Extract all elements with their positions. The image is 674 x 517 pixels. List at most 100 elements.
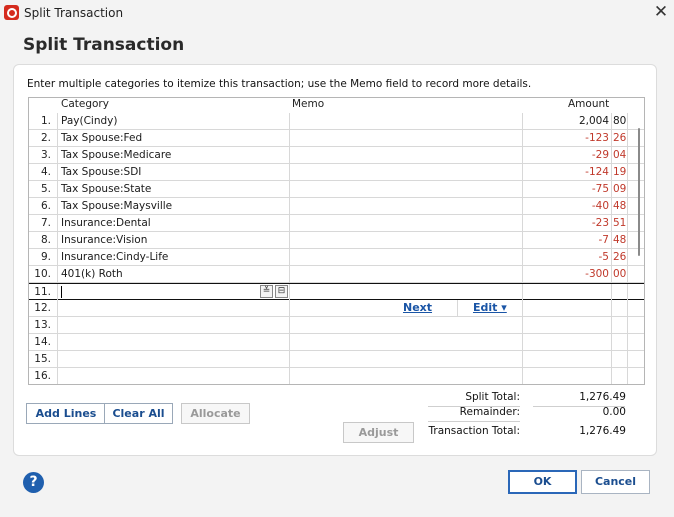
vertical-scrollbar[interactable] — [634, 114, 644, 384]
amount-field[interactable]: 2,004 — [522, 113, 611, 129]
amount-field[interactable]: -75 — [522, 181, 611, 197]
split-row[interactable]: 13. — [29, 317, 644, 334]
split-row[interactable]: 1. Pay(Cindy) 2,004 80 — [29, 113, 644, 130]
amount-cents[interactable] — [611, 351, 627, 367]
ok-button[interactable]: OK — [508, 470, 577, 494]
column-header-memo[interactable]: Memo — [292, 98, 324, 113]
dialog-heading: Split Transaction — [23, 35, 185, 55]
category-field[interactable]: Tax Spouse:SDI — [57, 164, 289, 180]
category-dropdown-icon[interactable]: ≚ — [260, 285, 273, 298]
row-number: 12. — [34, 302, 51, 314]
memo-field[interactable] — [289, 113, 522, 129]
split-row[interactable]: 11. ≚ ⊟ — [29, 283, 644, 300]
amount-cents[interactable]: 04 — [611, 147, 627, 163]
memo-field[interactable] — [289, 232, 522, 248]
help-icon[interactable]: ? — [23, 472, 44, 493]
clear-all-button[interactable]: Clear All — [104, 403, 173, 424]
amount-field[interactable] — [522, 284, 611, 300]
amount-cents[interactable]: 80 — [611, 113, 627, 129]
amount-cents[interactable] — [611, 368, 627, 384]
amount-field[interactable]: -40 — [522, 198, 611, 214]
amount-field[interactable]: -123 — [522, 130, 611, 146]
category-field[interactable]: Insurance:Cindy-Life — [57, 249, 289, 265]
edit-menu-button[interactable]: Edit ▾ — [473, 301, 507, 314]
amount-field[interactable] — [522, 351, 611, 367]
split-row[interactable]: 9. Insurance:Cindy-Life -5 26 — [29, 249, 644, 266]
amount-cents[interactable] — [611, 317, 627, 333]
split-row[interactable]: 6. Tax Spouse:Maysville -40 48 — [29, 198, 644, 215]
category-field[interactable]: Tax Spouse:Maysville — [57, 198, 289, 214]
memo-field[interactable] — [289, 130, 522, 146]
split-row[interactable]: 15. — [29, 351, 644, 368]
category-field[interactable] — [57, 300, 289, 316]
split-row[interactable]: 2. Tax Spouse:Fed -123 26 — [29, 130, 644, 147]
cancel-button[interactable]: Cancel — [581, 470, 650, 494]
add-lines-button[interactable]: Add Lines — [26, 403, 106, 424]
category-field[interactable]: Pay(Cindy) — [57, 113, 289, 129]
category-field[interactable]: Tax Spouse:State — [57, 181, 289, 197]
column-header-amount[interactable]: Amount — [568, 98, 609, 113]
amount-field[interactable]: -5 — [522, 249, 611, 265]
memo-field[interactable] — [289, 351, 522, 367]
category-field[interactable]: Insurance:Vision — [57, 232, 289, 248]
amount-cents[interactable] — [611, 284, 627, 300]
category-field[interactable] — [57, 351, 289, 367]
split-row[interactable]: 5. Tax Spouse:State -75 09 — [29, 181, 644, 198]
amount-field[interactable]: -300 — [522, 266, 611, 282]
category-field[interactable]: Tax Spouse:Medicare — [57, 147, 289, 163]
memo-field[interactable] — [289, 181, 522, 197]
amount-cents[interactable]: 09 — [611, 181, 627, 197]
split-row[interactable]: 12. Next Edit ▾ — [29, 300, 644, 317]
category-field[interactable] — [57, 317, 289, 333]
memo-field[interactable] — [289, 249, 522, 265]
memo-field[interactable] — [289, 215, 522, 231]
amount-field[interactable] — [522, 368, 611, 384]
scrollbar-thumb[interactable] — [638, 128, 640, 256]
allocate-button[interactable]: Allocate — [181, 403, 250, 424]
memo-field[interactable] — [289, 266, 522, 282]
split-row[interactable]: 10. 401(k) Roth -300 00 — [29, 266, 644, 283]
amount-field[interactable]: -124 — [522, 164, 611, 180]
column-header-category[interactable]: Category — [61, 98, 109, 113]
amount-cents[interactable]: 48 — [611, 198, 627, 214]
amount-cents[interactable] — [611, 300, 627, 316]
split-row[interactable]: 8. Insurance:Vision -7 48 — [29, 232, 644, 249]
amount-cents[interactable]: 19 — [611, 164, 627, 180]
memo-field[interactable] — [289, 284, 522, 300]
amount-cents[interactable] — [611, 334, 627, 350]
memo-field[interactable] — [289, 334, 522, 350]
category-field[interactable]: Tax Spouse:Fed — [57, 130, 289, 146]
split-row[interactable]: 4. Tax Spouse:SDI -124 19 — [29, 164, 644, 181]
amount-cents[interactable]: 26 — [611, 130, 627, 146]
amount-cents[interactable]: 26 — [611, 249, 627, 265]
split-row[interactable]: 14. — [29, 334, 644, 351]
memo-field[interactable] — [289, 368, 522, 384]
next-button[interactable]: Next — [403, 301, 432, 314]
split-total-label: Split Total: — [465, 391, 520, 403]
category-field[interactable]: 401(k) Roth — [57, 266, 289, 282]
amount-cents[interactable]: 00 — [611, 266, 627, 282]
amount-cents[interactable]: 48 — [611, 232, 627, 248]
row-number: 16. — [34, 370, 51, 382]
split-row[interactable]: 7. Insurance:Dental -23 51 — [29, 215, 644, 232]
category-field[interactable]: Insurance:Dental — [57, 215, 289, 231]
memo-field[interactable] — [289, 198, 522, 214]
amount-field[interactable] — [522, 300, 611, 316]
amount-field[interactable]: -29 — [522, 147, 611, 163]
category-list-icon[interactable]: ⊟ — [275, 285, 288, 298]
amount-cents[interactable]: 51 — [611, 215, 627, 231]
close-icon[interactable]: ✕ — [652, 3, 670, 21]
category-field[interactable] — [57, 368, 289, 384]
amount-field[interactable]: -23 — [522, 215, 611, 231]
amount-field[interactable] — [522, 334, 611, 350]
amount-field[interactable]: -7 — [522, 232, 611, 248]
memo-field[interactable] — [289, 164, 522, 180]
category-field[interactable] — [57, 334, 289, 350]
split-row[interactable]: 16. — [29, 368, 644, 384]
memo-field[interactable] — [289, 317, 522, 333]
text-cursor — [61, 286, 62, 298]
memo-field[interactable] — [289, 147, 522, 163]
category-field[interactable] — [57, 284, 289, 300]
amount-field[interactable] — [522, 317, 611, 333]
split-row[interactable]: 3. Tax Spouse:Medicare -29 04 — [29, 147, 644, 164]
